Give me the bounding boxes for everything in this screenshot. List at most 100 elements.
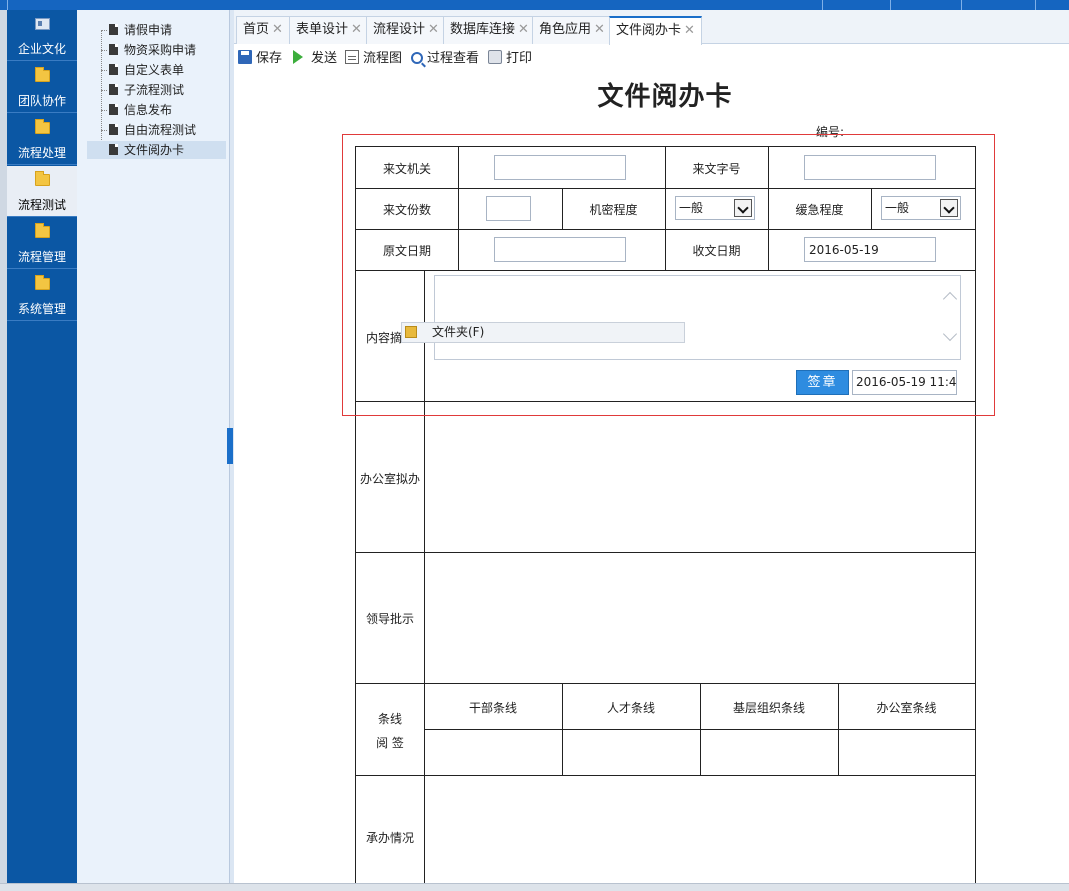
line-review-label: 阅 签 <box>376 736 404 750</box>
leader-instruction-label: 领导批示 <box>365 612 414 626</box>
nav-item-culture[interactable]: 企业文化 <box>7 10 77 61</box>
source-org-label: 来文机关 <box>382 162 431 176</box>
document-icon <box>109 104 118 115</box>
print-button[interactable]: 打印 <box>488 50 532 68</box>
table-rule <box>562 683 563 775</box>
tab-document-card[interactable]: 文件阅办卡 ✕ <box>609 16 702 45</box>
collapse-handle[interactable] <box>227 428 233 464</box>
folder-icon <box>35 275 50 290</box>
tree-connector <box>101 90 107 91</box>
tree-item-info-publish[interactable]: 信息发布 <box>109 101 227 119</box>
handling-status-label: 承办情况 <box>365 831 414 845</box>
doc-number-input[interactable] <box>804 155 936 180</box>
id-card-icon <box>35 18 50 30</box>
tree-item-label: 物资采购申请 <box>124 43 197 57</box>
sign-datetime-field[interactable]: 2016-05-19 11:40 <box>852 370 957 395</box>
status-bar <box>0 883 1069 891</box>
tab-role-application[interactable]: 角色应用 ✕ <box>532 16 612 44</box>
tab-label: 表单设计 <box>296 22 349 37</box>
table-rule <box>700 683 701 775</box>
copies-input[interactable] <box>486 196 531 221</box>
send-button[interactable]: 发送 <box>293 50 337 68</box>
document-icon <box>109 64 118 75</box>
tab-home[interactable]: 首页 ✕ <box>236 16 290 44</box>
panel-splitter[interactable] <box>227 10 234 883</box>
table-rule <box>838 683 839 775</box>
send-arrow-icon <box>293 50 303 64</box>
close-icon[interactable]: ✕ <box>594 22 605 37</box>
process-view-label: 过程查看 <box>427 51 480 66</box>
nav-item-system-management[interactable]: 系统管理 <box>7 270 77 321</box>
tab-process-design[interactable]: 流程设计 ✕ <box>366 16 446 44</box>
close-icon[interactable]: ✕ <box>272 22 283 37</box>
tab-form-design[interactable]: 表单设计 ✕ <box>289 16 369 44</box>
tree-item-label: 自由流程测试 <box>124 123 197 137</box>
close-icon[interactable]: ✕ <box>428 22 439 37</box>
search-icon <box>411 52 423 64</box>
sign-seal-button[interactable]: 签章 <box>796 370 849 395</box>
flowchart-label: 流程图 <box>363 51 403 66</box>
flowchart-button[interactable]: 流程图 <box>345 50 402 68</box>
tree-item-custom-form[interactable]: 自定义表单 <box>109 61 227 79</box>
send-label: 发送 <box>311 51 338 66</box>
nav-item-label: 企业文化 <box>17 42 66 56</box>
received-date-input[interactable] <box>804 237 936 262</box>
tree-item-document-card[interactable]: 文件阅办卡 <box>87 141 226 159</box>
tab-label: 角色应用 <box>539 22 592 37</box>
toolbar: 保存 发送 流程图 过程查看 打印 <box>234 45 1069 73</box>
tab-label: 文件阅办卡 <box>616 23 682 38</box>
scroll-down-icon[interactable] <box>942 326 958 342</box>
close-icon[interactable]: ✕ <box>351 22 362 37</box>
urgency-select[interactable]: 一般 <box>881 196 961 220</box>
line-column-header: 基层组织条线 <box>732 701 805 715</box>
flowchart-icon <box>345 50 359 64</box>
secrecy-select[interactable]: 一般 <box>675 196 755 220</box>
tree-connector <box>101 110 107 111</box>
scroll-up-icon[interactable] <box>942 291 958 307</box>
header-separator <box>822 0 823 10</box>
tree-connector <box>101 30 107 31</box>
tree-item-label: 子流程测试 <box>124 83 185 97</box>
tree-item-free-process-test[interactable]: 自由流程测试 <box>109 121 227 139</box>
original-date-input[interactable] <box>494 237 626 262</box>
close-icon[interactable]: ✕ <box>684 23 695 38</box>
context-menu-item-folder[interactable]: 文件夹(F) <box>432 323 484 342</box>
table-rule <box>768 229 769 270</box>
tab-database-connection[interactable]: 数据库连接 ✕ <box>443 16 536 44</box>
folder-icon <box>35 171 50 186</box>
doc-number-label: 来文字号 <box>692 162 741 176</box>
tree-item-purchase-request[interactable]: 物资采购申请 <box>109 41 227 59</box>
process-view-button[interactable]: 过程查看 <box>411 50 479 68</box>
table-rule <box>871 188 872 229</box>
save-icon <box>238 50 252 64</box>
save-button[interactable]: 保存 <box>238 50 282 68</box>
document-icon <box>109 44 118 55</box>
folder-icon <box>35 223 50 238</box>
document-icon <box>109 144 118 155</box>
source-org-input[interactable] <box>494 155 626 180</box>
summary-textarea[interactable] <box>434 275 961 360</box>
close-icon[interactable]: ✕ <box>518 22 529 37</box>
tree-item-leave-request[interactable]: 请假申请 <box>109 21 227 39</box>
tree-item-label: 请假申请 <box>124 23 173 37</box>
nav-item-process-test[interactable]: 流程测试 <box>7 166 77 217</box>
nav-item-team[interactable]: 团队协作 <box>7 62 77 113</box>
nav-item-process-handling[interactable]: 流程处理 <box>7 114 77 165</box>
nav-item-process-management[interactable]: 流程管理 <box>7 218 77 269</box>
header-separator <box>1035 0 1036 10</box>
print-label: 打印 <box>506 51 533 66</box>
copies-label: 来文份数 <box>382 203 431 217</box>
tree-item-subprocess-test[interactable]: 子流程测试 <box>109 81 227 99</box>
folder-icon <box>35 67 50 82</box>
tree-connector <box>101 130 107 131</box>
chevron-down-icon <box>940 199 958 217</box>
form-title: 文件阅办卡 <box>597 82 733 112</box>
context-menu: 文件夹(F) <box>401 322 685 343</box>
table-rule <box>356 401 975 402</box>
table-rule <box>356 775 975 776</box>
table-rule <box>356 683 975 684</box>
table-rule <box>458 147 459 188</box>
tab-label: 首页 <box>243 22 270 37</box>
printer-icon <box>488 50 502 64</box>
serial-number-label: 编号: <box>816 125 845 139</box>
